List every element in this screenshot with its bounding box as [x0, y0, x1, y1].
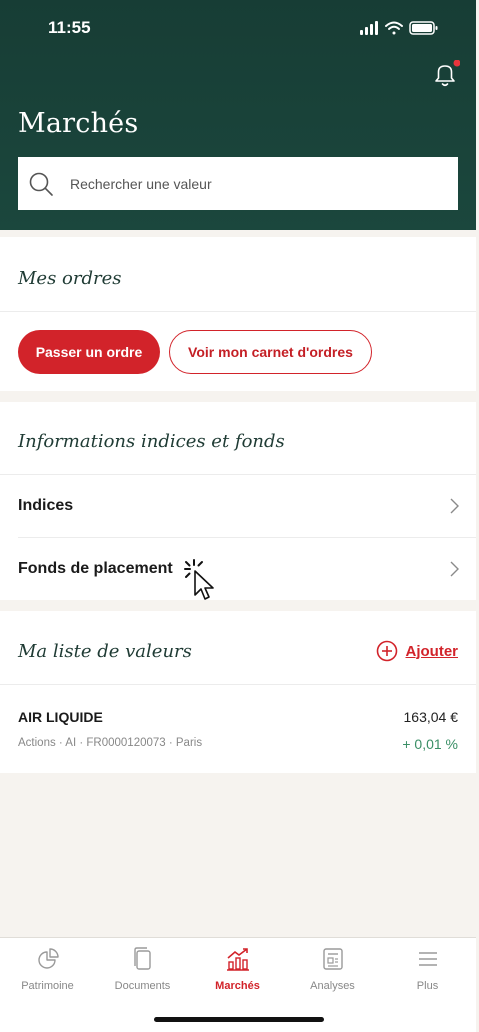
- tab-documents[interactable]: Documents: [95, 946, 190, 1006]
- click-cursor-icon: [184, 559, 214, 600]
- order-book-button[interactable]: Voir mon carnet d'ordres: [169, 330, 372, 374]
- watchlist-section-title: Ma liste de valeurs: [18, 641, 192, 662]
- tab-analyses[interactable]: Analyses: [285, 946, 380, 1006]
- notification-bell-icon[interactable]: [430, 60, 460, 90]
- page-title: Marchés: [18, 108, 139, 139]
- status-time: 11:55: [48, 18, 91, 37]
- newspaper-icon: [322, 948, 343, 970]
- tab-label: Patrimoine: [21, 980, 74, 992]
- tab-label: Plus: [416, 980, 439, 992]
- list-item-indices[interactable]: Indices: [0, 475, 476, 537]
- search-icon: [29, 172, 53, 196]
- info-section-title: Informations indices et fonds: [18, 431, 285, 452]
- info-section: Informations indices et fonds Indices Fo…: [0, 402, 476, 600]
- wifi-icon: [385, 21, 403, 35]
- documents-icon: [133, 947, 151, 970]
- search-input[interactable]: Rechercher une valeur: [18, 157, 458, 210]
- divider: [0, 311, 476, 312]
- stock-name: AIR LIQUIDE: [18, 709, 103, 725]
- list-item-fonds[interactable]: Fonds de placement: [0, 538, 476, 600]
- stock-change: + 0,01 %: [402, 736, 458, 752]
- add-stock-label: Ajouter: [405, 642, 459, 660]
- tab-plus[interactable]: Plus: [380, 946, 475, 1006]
- notification-dot: [453, 60, 460, 67]
- orders-section-title: Mes ordres: [18, 268, 122, 289]
- tab-label: Documents: [114, 980, 171, 992]
- tab-label: Analyses: [310, 980, 355, 992]
- chevron-right-icon: [450, 498, 459, 514]
- list-item-label: Indices: [18, 497, 74, 514]
- markets-chart-icon: [226, 948, 249, 971]
- home-indicator: [154, 1017, 324, 1022]
- header: 11:55 Marchés Rechercher une valeur: [0, 0, 476, 230]
- stock-meta: Actions · AI · FR0000120073 · Paris: [18, 737, 203, 749]
- place-order-button[interactable]: Passer un ordre: [18, 330, 160, 374]
- battery-icon: [409, 21, 438, 35]
- status-icons: [360, 21, 438, 35]
- tab-patrimoine[interactable]: Patrimoine: [0, 946, 95, 1006]
- stock-price: 163,04 €: [403, 709, 459, 725]
- add-stock-button[interactable]: Ajouter: [376, 640, 459, 662]
- pie-chart-icon: [37, 948, 59, 969]
- tab-label: Marchés: [215, 980, 260, 992]
- orders-section: Mes ordres Passer un ordre Voir mon carn…: [0, 237, 476, 391]
- watchlist-section: Ma liste de valeurs Ajouter AIR LIQUIDE …: [0, 611, 476, 773]
- tab-marches[interactable]: Marchés: [190, 946, 285, 1006]
- stock-row[interactable]: AIR LIQUIDE Actions · AI · FR0000120073 …: [0, 685, 476, 773]
- list-item-label: Fonds de placement: [18, 560, 173, 577]
- menu-icon: [418, 952, 437, 966]
- signal-icon: [360, 21, 378, 35]
- plus-circle-icon: [376, 640, 397, 662]
- search-placeholder: Rechercher une valeur: [70, 175, 212, 192]
- chevron-right-icon: [450, 561, 459, 577]
